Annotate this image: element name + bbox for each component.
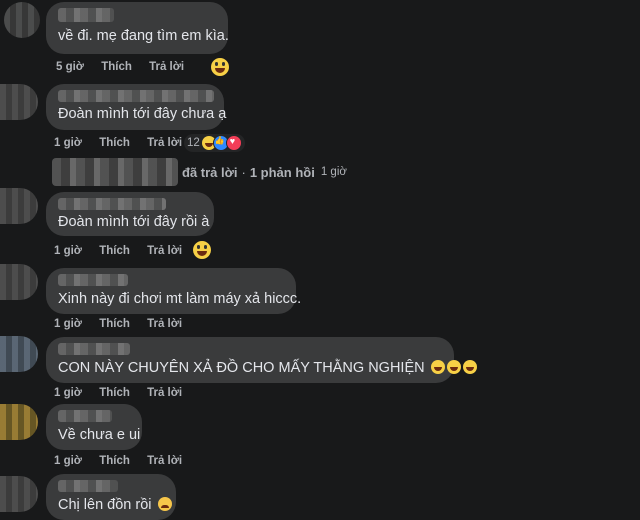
reply-button[interactable]: Trả lời [149,61,184,73]
replied-label: đã trả lời [182,164,238,180]
comment-time[interactable]: 1 giờ [54,245,82,257]
comment-actions: 1 giờ Thích Trả lời [54,137,196,149]
avatar[interactable] [0,404,38,440]
comment-text: về đi. mẹ đang tìm em kìa. [58,28,229,44]
sad-emoji-icon [157,497,172,511]
separator: · [241,164,246,180]
commenter-name[interactable] [58,480,118,492]
love-reaction-icon [225,135,242,151]
comment-actions: 1 giờ Thích Trả lời [54,318,196,330]
comment-actions: 1 giờ Thích Trả lời [54,387,196,399]
commenter-name[interactable] [58,198,166,210]
avatar[interactable] [0,188,38,224]
comment-actions: 5 giờ Thích Trả lời [56,61,198,73]
comment-text: Đoàn mình tới đây rồi à [58,214,210,230]
comment-bubble: Đoàn mình tới đây rồi à [46,192,214,236]
avatar[interactable] [0,336,38,372]
commenter-name[interactable] [58,8,114,22]
comment-text: CON NÀY CHUYÊN XẢ ĐỒ CHO MẤY THẰNG NGHIỆ… [58,360,477,376]
like-button[interactable]: Thích [99,137,130,149]
reply-button[interactable]: Trả lời [147,387,182,399]
haha-emoji-icon [462,360,477,374]
comment-bubble: Đoàn mình tới đây chưa ạ [46,84,227,130]
reply-count: 1 phản hồi [249,164,315,180]
reaction-summary[interactable]: 12 [184,134,245,152]
comment-bubble: Chị lên đồn rồi [46,474,176,520]
comment-time[interactable]: 5 giờ [56,61,84,73]
comment-actions: 1 giờ Thích Trả lời [54,455,196,467]
comment-bubble: về đi. mẹ đang tìm em kìa. [46,2,229,54]
comment-time[interactable]: 1 giờ [54,455,82,467]
commenter-name[interactable] [58,90,214,102]
commenter-name[interactable] [58,343,130,355]
view-replies-link[interactable]: đã trả lời · 1 phản hồi 1 giờ [52,158,347,186]
comment-bubble: Xinh này đi chơi mt làm máy xả hiccc. [46,268,302,314]
commenter-name[interactable] [58,410,112,422]
reply-button[interactable]: Trả lời [147,137,182,149]
avatar[interactable] [0,84,38,120]
comment-text: Xinh này đi chơi mt làm máy xả hiccc. [58,291,302,307]
haha-emoji-icon [192,240,212,260]
avatar[interactable] [0,264,38,300]
comment-text: Chị lên đồn rồi [58,497,172,513]
comment-text-content: Chị lên đồn rồi [58,497,152,513]
reaction-count: 12 [187,137,200,149]
comment-bubble: Về chưa e ui [46,404,142,450]
comment-text-content: CON NÀY CHUYÊN XẢ ĐỒ CHO MẤY THẰNG NGHIỆ… [58,360,425,376]
comment-text: Về chưa e ui [58,427,141,443]
like-button[interactable]: Thích [99,455,130,467]
haha-emoji-icon [430,360,445,374]
comment-time[interactable]: 1 giờ [54,137,82,149]
avatar[interactable] [0,476,38,512]
replier-name [52,158,178,186]
like-button[interactable]: Thích [99,387,130,399]
like-button[interactable]: Thích [101,61,132,73]
reply-time: 1 giờ [320,166,347,178]
reply-button[interactable]: Trả lời [147,318,182,330]
comment-actions: 1 giờ Thích Trả lời [54,245,196,257]
comment-time[interactable]: 1 giờ [54,318,82,330]
commenter-name[interactable] [58,274,128,286]
comment-time[interactable]: 1 giờ [54,387,82,399]
reply-button[interactable]: Trả lời [147,455,182,467]
like-button[interactable]: Thích [99,318,130,330]
comment-bubble: CON NÀY CHUYÊN XẢ ĐỒ CHO MẤY THẰNG NGHIỆ… [46,337,477,383]
like-button[interactable]: Thích [99,245,130,257]
avatar[interactable] [4,2,40,38]
haha-emoji-icon [446,360,461,374]
reply-button[interactable]: Trả lời [147,245,182,257]
haha-emoji-icon [210,57,230,77]
comment-text: Đoàn mình tới đây chưa ạ [58,106,227,122]
